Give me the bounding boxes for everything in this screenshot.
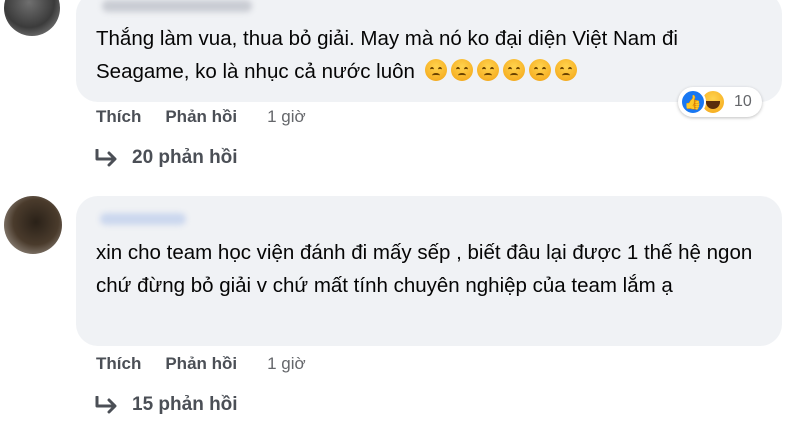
reply-arrow-icon bbox=[95, 396, 117, 414]
reply-button[interactable]: Phản hồi bbox=[165, 354, 237, 374]
comment-actions: Thích Phản hồi 1 giờ bbox=[96, 107, 306, 127]
comment-text-body: Thắng làm vua, thua bỏ giải. May mà nó k… bbox=[96, 27, 678, 83]
reaction-count: 10 bbox=[734, 93, 752, 110]
reply-button[interactable]: Phản hồi bbox=[165, 107, 237, 127]
commenter-name-blurred[interactable] bbox=[102, 0, 252, 12]
weary-face-emoji bbox=[554, 58, 577, 81]
like-icon: 👍 bbox=[680, 89, 706, 115]
weary-face-emoji bbox=[424, 58, 447, 81]
commenter-avatar[interactable] bbox=[4, 196, 62, 254]
commenter-name-blurred[interactable] bbox=[100, 213, 186, 225]
weary-face-emoji bbox=[502, 58, 525, 81]
weary-face-emoji bbox=[528, 58, 551, 81]
comment-timestamp[interactable]: 1 giờ bbox=[267, 107, 306, 127]
comment-text-body: xin cho team học viện đánh đi mấy sếp , … bbox=[96, 241, 753, 297]
comment-text: Thắng làm vua, thua bỏ giải. May mà nó k… bbox=[96, 23, 766, 91]
like-button[interactable]: Thích bbox=[96, 107, 141, 127]
replies-count-label: 20 phản hồi bbox=[132, 147, 238, 168]
weary-face-emoji bbox=[476, 58, 499, 81]
weary-face-emoji-group bbox=[424, 58, 581, 92]
replies-count-label: 15 phản hồi bbox=[132, 394, 238, 415]
view-replies-link[interactable]: 20 phản hồi bbox=[94, 147, 238, 169]
reply-arrow-icon bbox=[95, 149, 117, 167]
comment-timestamp[interactable]: 1 giờ bbox=[267, 354, 306, 374]
weary-face-emoji bbox=[450, 58, 473, 81]
comment-actions: Thích Phản hồi 1 giờ bbox=[96, 354, 306, 374]
reaction-summary[interactable]: 👍 10 bbox=[678, 87, 762, 117]
like-button[interactable]: Thích bbox=[96, 354, 141, 374]
view-replies-link[interactable]: 15 phản hồi bbox=[94, 394, 238, 416]
comment-text: xin cho team học viện đánh đi mấy sếp , … bbox=[96, 237, 766, 302]
commenter-avatar[interactable] bbox=[4, 0, 60, 36]
